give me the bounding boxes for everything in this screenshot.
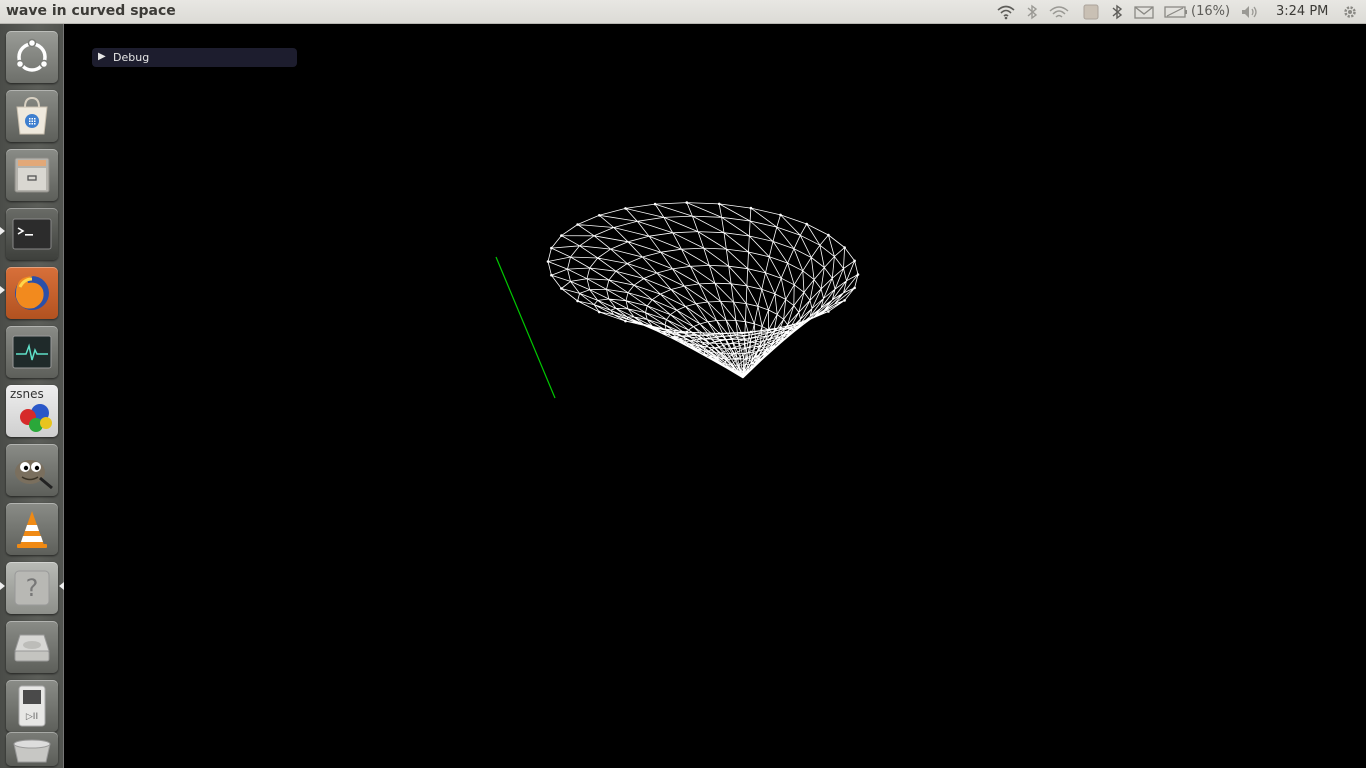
mesh-vertex <box>779 213 782 217</box>
keyboard-icon[interactable] <box>1083 4 1099 20</box>
mesh-vertex <box>550 273 553 277</box>
running-indicator <box>0 582 5 590</box>
mesh-vertex <box>805 319 808 323</box>
wireframe-mesh <box>546 201 860 379</box>
mesh-vertex <box>576 299 579 303</box>
mesh-vertex <box>805 222 808 226</box>
battery-icon[interactable] <box>1164 4 1188 20</box>
network-icon[interactable] <box>1049 4 1069 20</box>
mesh-vertex <box>827 310 830 313</box>
mesh-vertex <box>827 233 830 237</box>
mesh-vertex <box>779 326 782 329</box>
mesh-vertex <box>653 326 657 330</box>
mesh-vertex <box>576 223 579 226</box>
mesh-vertex <box>853 286 856 290</box>
clock[interactable]: 3:24 PM <box>1276 4 1328 20</box>
svg-text:zsnes: zsnes <box>10 387 44 401</box>
trash-icon[interactable] <box>6 732 58 766</box>
bluetooth-icon[interactable] <box>1111 4 1123 20</box>
system-monitor-icon[interactable] <box>6 326 58 378</box>
mesh-vertex <box>550 246 553 250</box>
mesh-vertex <box>560 234 563 237</box>
mesh-vertex <box>749 330 753 334</box>
firefox-icon[interactable] <box>6 267 58 319</box>
mesh-vertex <box>856 273 860 276</box>
mesh-vertex <box>598 310 601 314</box>
top-panel: wave in curved space (16%) 3:24 PM <box>0 0 1366 24</box>
mesh-vertex <box>624 207 627 210</box>
mesh-vertex <box>685 330 689 334</box>
window-title: wave in curved space <box>6 3 176 19</box>
gimp-icon[interactable] <box>6 444 58 496</box>
media-player-icon[interactable]: ▷II <box>6 680 58 732</box>
axis-line <box>495 256 556 399</box>
bluetooth-icon[interactable] <box>1026 4 1038 20</box>
render-viewport[interactable] <box>65 24 1366 768</box>
mesh-vertex <box>560 287 563 290</box>
mail-icon[interactable] <box>1134 4 1154 20</box>
mesh-edges <box>547 202 859 379</box>
ubuntu-dash-icon[interactable] <box>6 31 58 83</box>
files-icon[interactable] <box>6 149 58 201</box>
battery-percentage[interactable]: (16%) <box>1191 4 1230 20</box>
terminal-icon[interactable] <box>6 208 58 260</box>
mesh-vertex <box>624 319 627 323</box>
mesh-vertex <box>853 259 856 263</box>
mesh-vertex <box>598 214 601 217</box>
running-indicator <box>0 286 5 294</box>
drive-icon[interactable] <box>6 621 58 673</box>
launcher: zsnes ? ▷II <box>0 24 64 768</box>
software-center-icon[interactable] <box>6 90 58 142</box>
gear-icon[interactable] <box>1342 4 1358 20</box>
volume-icon[interactable] <box>1240 4 1260 20</box>
mesh-vertex <box>843 299 846 302</box>
mesh-vertex <box>717 202 721 206</box>
mesh-vertex <box>653 202 657 206</box>
mesh-vertex <box>749 206 753 210</box>
svg-text:▷II: ▷II <box>26 712 38 722</box>
vlc-icon[interactable] <box>6 503 58 555</box>
wifi-icon[interactable] <box>997 4 1015 20</box>
mesh-vertex <box>685 201 689 204</box>
focused-indicator <box>59 582 64 590</box>
help-icon[interactable]: ? <box>6 562 58 614</box>
mesh-vertex <box>717 332 721 335</box>
mesh-vertex <box>546 260 550 263</box>
mesh-vertex <box>843 246 846 249</box>
zsnes-icon[interactable]: zsnes <box>6 385 58 437</box>
running-indicator <box>0 227 5 235</box>
svg-text:?: ? <box>26 574 39 602</box>
